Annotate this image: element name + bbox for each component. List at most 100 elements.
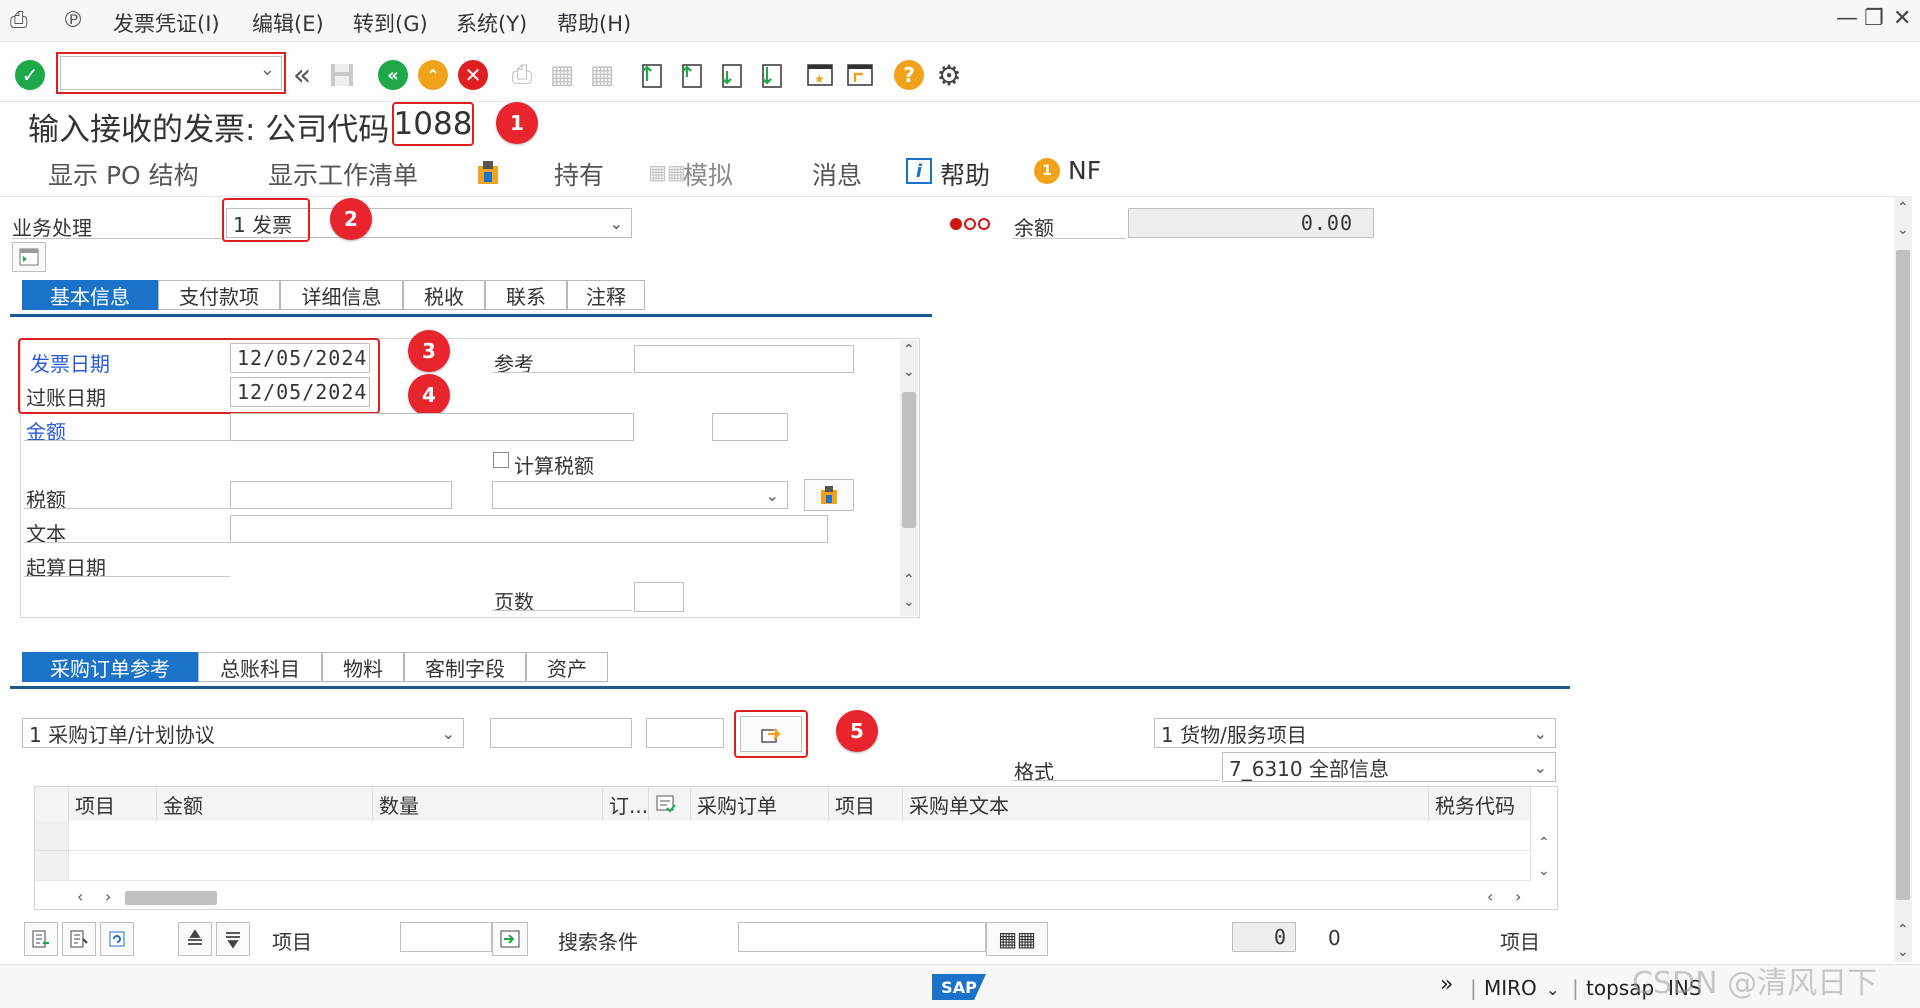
column-header[interactable]: 项目	[829, 787, 903, 821]
show-po-structure-button[interactable]: 显示 PO 结构	[48, 156, 199, 192]
tab-assets[interactable]: 资产	[526, 652, 608, 682]
gear-icon[interactable]: ⚙	[932, 58, 966, 92]
column-header[interactable]: 项目	[69, 787, 157, 821]
tax-amount-field[interactable]	[230, 481, 452, 509]
table-row-selector[interactable]	[35, 787, 69, 821]
tax-code-select[interactable]: ⌄	[492, 481, 788, 509]
simulate-button[interactable]: 模拟	[683, 156, 733, 192]
insert-row-icon[interactable]	[178, 922, 212, 956]
new-session-icon[interactable]: ★	[803, 58, 837, 92]
refresh-icon[interactable]	[100, 922, 134, 956]
reference-field[interactable]	[634, 345, 854, 373]
currency-field[interactable]	[712, 413, 788, 441]
scroll-up-icon[interactable]: ⌃	[1897, 922, 1909, 938]
po-number-field[interactable]	[490, 718, 632, 748]
chevron-down-icon[interactable]: ⌄	[442, 724, 455, 743]
column-header[interactable]: 订...	[603, 787, 649, 821]
next-page-icon[interactable]	[714, 58, 748, 92]
find-icon[interactable]: ▦	[545, 58, 579, 92]
search-field[interactable]	[738, 922, 986, 952]
collapse-left-icon[interactable]: «	[285, 58, 319, 93]
table-row[interactable]	[35, 821, 69, 851]
chevron-down-icon[interactable]: ⌄	[1546, 980, 1559, 999]
first-page-icon[interactable]	[634, 58, 668, 92]
expand-status-icon[interactable]: »	[1440, 972, 1453, 997]
table-row[interactable]	[35, 851, 69, 881]
chevron-down-icon[interactable]: ⌄	[1534, 724, 1547, 743]
scroll-down-icon[interactable]: ⌄	[1538, 863, 1550, 879]
scroll-down-icon[interactable]: ⌄	[1897, 944, 1909, 960]
tab-details[interactable]: 详细信息	[280, 280, 403, 310]
menu-help[interactable]: 帮助(H)	[557, 8, 631, 38]
tab-contact[interactable]: 联系	[485, 280, 567, 310]
scroll-up-icon[interactable]: ⌃	[903, 342, 915, 358]
command-input[interactable]	[61, 57, 241, 87]
deselect-all-icon[interactable]	[62, 922, 96, 956]
show-worklist-button[interactable]: 显示工作清单	[268, 156, 418, 192]
column-header[interactable]: 数量	[373, 787, 603, 821]
layout-select[interactable]: 7_6310 全部信息 ⌄	[1222, 752, 1556, 782]
panel-scroll-thumb[interactable]	[902, 392, 916, 528]
tab-po-reference[interactable]: 采购订单参考	[22, 652, 198, 682]
scroll-right-icon[interactable]: ›	[105, 887, 111, 906]
column-header[interactable]: 税务代码	[1429, 787, 1531, 821]
cancel-icon[interactable]: ✕	[456, 58, 490, 92]
delete-row-icon[interactable]	[216, 922, 250, 956]
menu-invoice-document[interactable]: 发票凭证(I)	[113, 8, 220, 38]
scroll-left-icon[interactable]: ‹	[77, 887, 83, 906]
select-all-icon[interactable]	[24, 922, 58, 956]
scroll-up-icon[interactable]: ⌃	[903, 572, 915, 588]
hold-button[interactable]: 持有	[554, 156, 604, 192]
tab-material[interactable]: 物料	[322, 652, 404, 682]
menu-system[interactable]: 系统(Y)	[456, 8, 527, 38]
enter-icon[interactable]: ✓	[13, 58, 47, 92]
menu-goto[interactable]: 转到(G)	[353, 8, 428, 38]
nf-button[interactable]: NF	[1068, 156, 1101, 185]
tab-gl-account[interactable]: 总账科目	[198, 652, 322, 682]
transfer-button[interactable]	[740, 716, 802, 752]
menu-exit-icon[interactable]: ⎙	[10, 8, 28, 33]
layout-toggle-icon[interactable]	[12, 242, 46, 272]
scroll-up-icon[interactable]: ⌃	[1897, 200, 1909, 216]
back-icon[interactable]: «	[376, 58, 410, 92]
tab-notes[interactable]: 注释	[567, 280, 645, 310]
amount-field[interactable]	[230, 413, 634, 441]
chevron-down-icon[interactable]: ⌄	[260, 59, 275, 80]
print-icon[interactable]: ⎙	[505, 58, 539, 92]
scroll-down-icon[interactable]: ⌄	[1897, 222, 1909, 238]
column-header[interactable]: 采购订单	[691, 787, 829, 821]
window-scroll-thumb[interactable]	[1896, 250, 1910, 900]
menu-edit[interactable]: 编辑(E)	[252, 8, 324, 38]
shortcut-icon[interactable]	[843, 58, 877, 92]
info-icon[interactable]: i	[906, 158, 932, 184]
tab-tax[interactable]: 税收	[403, 280, 485, 310]
previous-page-icon[interactable]	[674, 58, 708, 92]
table-scroll-thumb[interactable]	[125, 891, 217, 905]
column-header-icon[interactable]	[649, 787, 691, 821]
scroll-down-icon[interactable]: ⌄	[903, 594, 915, 610]
chevron-down-icon[interactable]: ⌄	[766, 486, 779, 505]
po-item-field[interactable]	[646, 718, 724, 748]
scroll-left-icon[interactable]: ‹	[1487, 887, 1493, 906]
table-row[interactable]	[69, 821, 1531, 851]
tab-payment[interactable]: 支付款项	[158, 280, 280, 310]
scroll-up-icon[interactable]: ⌃	[1538, 835, 1550, 851]
pages-field[interactable]	[634, 582, 684, 612]
chevron-down-icon[interactable]: ⌄	[610, 214, 623, 233]
restore-icon[interactable]: ❐	[1864, 6, 1884, 31]
exit-icon[interactable]: ⌃	[416, 58, 450, 92]
scroll-down-icon[interactable]: ⌄	[903, 364, 915, 380]
chevron-down-icon[interactable]: ⌄	[1534, 758, 1547, 777]
save-icon[interactable]	[325, 58, 359, 92]
table-row[interactable]	[69, 851, 1531, 881]
scroll-right-icon[interactable]: ›	[1515, 887, 1521, 906]
notes-icon[interactable]: 1	[1034, 158, 1060, 184]
clipboard-icon[interactable]	[474, 158, 502, 191]
help-icon[interactable]: ?	[892, 58, 926, 92]
tab-custom-fields[interactable]: 客制字段	[404, 652, 526, 682]
search-icon[interactable]: ▦▦	[986, 922, 1048, 956]
item-field[interactable]	[400, 922, 492, 952]
tax-clipboard-button[interactable]	[804, 479, 854, 511]
tab-basic-data[interactable]: 基本信息	[22, 280, 158, 310]
last-page-icon[interactable]	[754, 58, 788, 92]
